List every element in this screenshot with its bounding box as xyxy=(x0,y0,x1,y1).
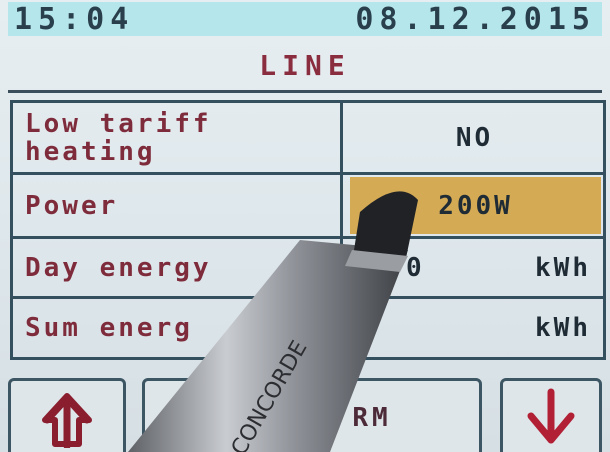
row-sum-energy[interactable]: Sum energ kWh xyxy=(13,299,603,357)
title-divider xyxy=(8,90,602,93)
arrow-up-icon xyxy=(42,393,92,448)
settings-table: Low tariff heating NO Power 200W Day ene… xyxy=(10,100,606,360)
row-power[interactable]: Power 200W xyxy=(13,175,603,239)
row-label: Sum energ xyxy=(13,299,343,357)
value-number: 0 xyxy=(406,252,425,283)
row-value[interactable]: NO xyxy=(346,103,603,172)
row-label-line2: heating xyxy=(25,136,156,167)
row-label: Day energy xyxy=(13,239,343,296)
status-bar: 15:04 08.12.2015 xyxy=(8,1,602,37)
clock-time: 15:04 xyxy=(14,1,135,37)
confirm-button-label: RM xyxy=(352,403,392,433)
row-label: Low tariff heating xyxy=(13,103,343,172)
row-label: Power xyxy=(13,175,343,236)
down-button[interactable] xyxy=(500,378,602,452)
date-display: 08.12.2015 xyxy=(355,1,596,37)
row-low-tariff-heating[interactable]: Low tariff heating NO xyxy=(13,103,603,175)
page-title: LINE xyxy=(259,48,351,82)
row-value[interactable]: 0 kWh xyxy=(346,239,603,296)
row-value[interactable]: kWh xyxy=(346,299,603,357)
row-label-line1: Low tariff xyxy=(25,108,212,139)
row-day-energy[interactable]: Day energy 0 kWh xyxy=(13,239,603,299)
up-button[interactable] xyxy=(8,378,126,452)
arrow-down-icon xyxy=(527,388,575,444)
value-unit: kWh xyxy=(535,313,591,343)
device-screen: 15:04 08.12.2015 LINE Low tariff heating… xyxy=(0,0,610,452)
value-unit: kWh xyxy=(535,252,591,283)
confirm-button[interactable]: RM xyxy=(142,378,482,452)
row-value-selected[interactable]: 200W xyxy=(350,177,601,234)
